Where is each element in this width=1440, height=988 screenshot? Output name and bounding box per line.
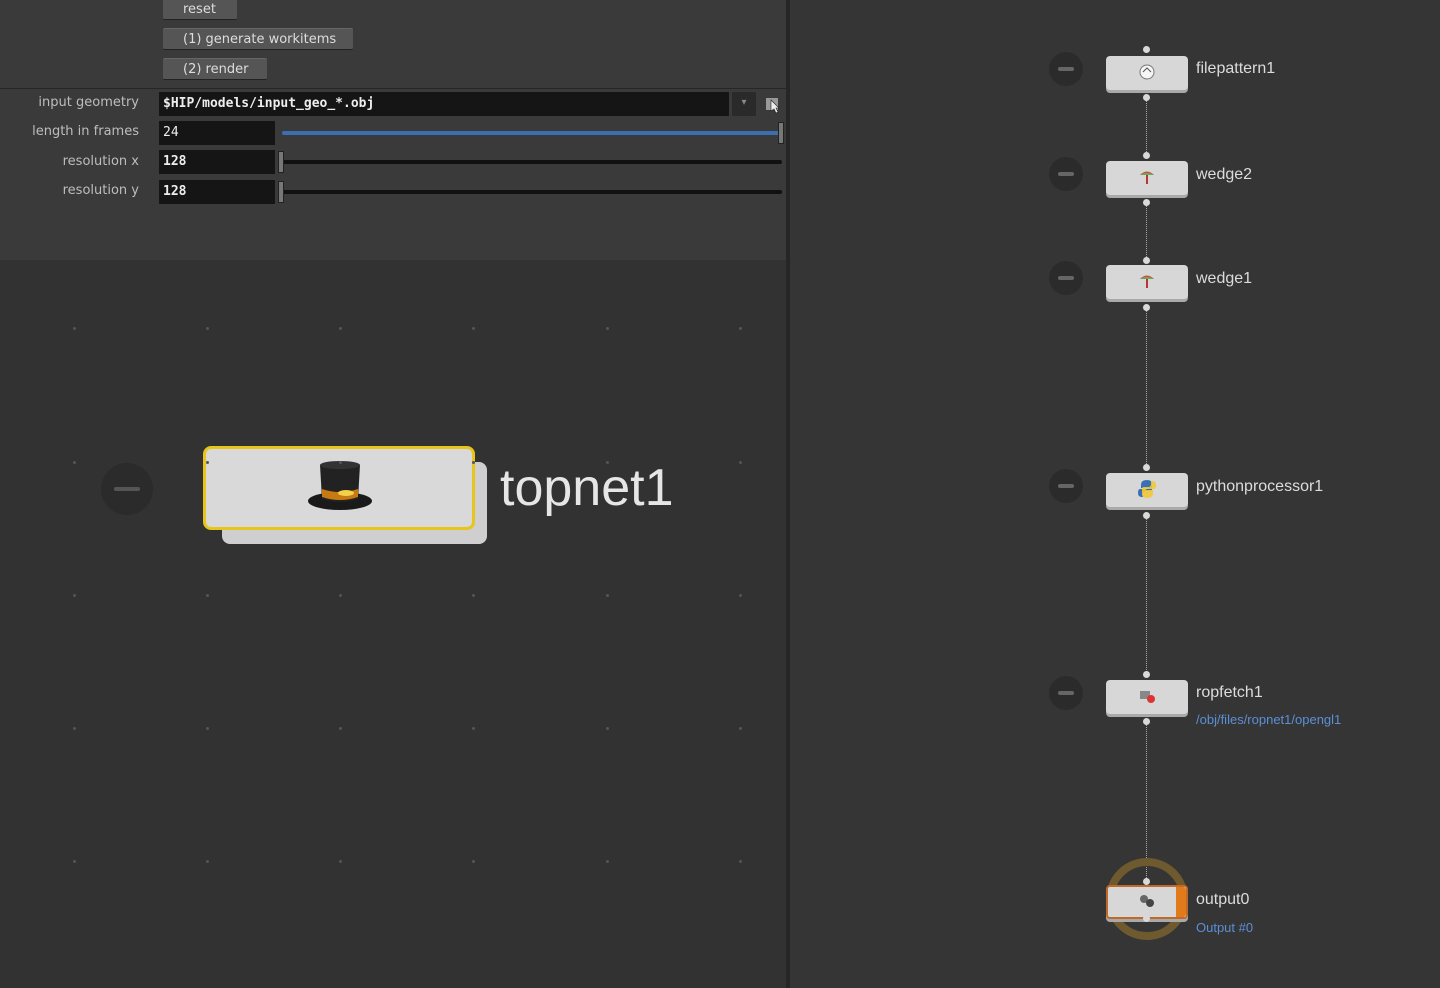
- reset-button[interactable]: reset: [163, 0, 237, 20]
- pythonprocessor1-node[interactable]: [1106, 473, 1188, 507]
- grid-dot: [339, 461, 342, 464]
- length-in-frames-slider-handle[interactable]: [778, 122, 784, 144]
- bypass-flag-button[interactable]: [101, 463, 153, 515]
- grid-dot: [739, 594, 742, 597]
- output-port[interactable]: [1143, 512, 1150, 519]
- grid-dot: [206, 461, 209, 464]
- ropfetch1-node[interactable]: [1106, 680, 1188, 714]
- resolution-x-slider[interactable]: [282, 160, 782, 164]
- grid-dot: [339, 727, 342, 730]
- input-port[interactable]: [1143, 152, 1150, 159]
- grid-dot: [73, 594, 76, 597]
- output-icon: [1136, 890, 1158, 912]
- topnet1-node-label: topnet1: [500, 459, 674, 517]
- wedge2-node[interactable]: [1106, 161, 1188, 195]
- grid-dot: [606, 327, 609, 330]
- resolution-y-slider-handle[interactable]: [278, 181, 284, 203]
- bypass-flag-button[interactable]: [1049, 157, 1083, 191]
- bypass-flag-button[interactable]: [1049, 261, 1083, 295]
- input-port[interactable]: [1143, 671, 1150, 678]
- output-port[interactable]: [1143, 718, 1150, 725]
- resolution-x-slider-handle[interactable]: [278, 151, 284, 173]
- output0-sub-label: Output #0: [1196, 920, 1254, 935]
- grid-dot: [339, 594, 342, 597]
- output-port[interactable]: [1143, 304, 1150, 311]
- grid-dot: [472, 594, 475, 597]
- python-icon: [1136, 478, 1158, 500]
- topnet1-node[interactable]: [203, 446, 475, 530]
- grid-dot: [206, 860, 209, 863]
- connection-wire: [1146, 516, 1148, 676]
- resolution-y-label: resolution y: [62, 183, 139, 198]
- grid-dot: [339, 327, 342, 330]
- bypass-flag-button[interactable]: [1049, 52, 1083, 86]
- grid-dot: [206, 327, 209, 330]
- input-geometry-label: input geometry: [38, 95, 139, 110]
- resolution-y-slider[interactable]: [282, 190, 782, 194]
- input-port[interactable]: [1143, 257, 1150, 264]
- wedge-icon: [1136, 166, 1158, 188]
- dropdown-chevron-icon[interactable]: ▾: [732, 92, 756, 116]
- file-browse-icon[interactable]: [764, 94, 782, 114]
- grid-dot: [606, 461, 609, 464]
- output-port[interactable]: [1143, 199, 1150, 206]
- network-editor-left[interactable]: [0, 260, 786, 988]
- wedge1-label: wedge1: [1196, 270, 1253, 287]
- grid-dot: [739, 860, 742, 863]
- input-port[interactable]: [1143, 46, 1150, 53]
- grid-dot: [472, 327, 475, 330]
- grid-dot: [606, 860, 609, 863]
- output-flag[interactable]: [1176, 887, 1186, 917]
- wedge1-node[interactable]: [1106, 265, 1188, 299]
- grid-dot: [73, 860, 76, 863]
- length-in-frames-field[interactable]: 24: [159, 121, 275, 145]
- grid-dot: [606, 727, 609, 730]
- ropfetch1-path-link[interactable]: /obj/files/ropnet1/opengl1: [1196, 712, 1341, 727]
- output-port[interactable]: [1143, 915, 1150, 922]
- input-port[interactable]: [1143, 464, 1150, 471]
- grid-dot: [73, 461, 76, 464]
- grid-dot: [739, 327, 742, 330]
- filepattern-icon: [1136, 61, 1158, 83]
- grid-dot: [472, 727, 475, 730]
- output-port[interactable]: [1143, 94, 1150, 101]
- resolution-y-field[interactable]: 128: [159, 180, 275, 204]
- length-in-frames-label: length in frames: [32, 124, 139, 139]
- grid-dot: [606, 594, 609, 597]
- filepattern1-label: filepattern1: [1196, 60, 1276, 77]
- generate-workitems-button[interactable]: (1) generate workitems: [163, 28, 353, 50]
- ropfetch-icon: [1136, 685, 1158, 707]
- grid-dot: [206, 727, 209, 730]
- length-in-frames-slider[interactable]: [282, 131, 782, 135]
- grid-dot: [472, 461, 475, 464]
- output0-label: output0: [1196, 891, 1250, 908]
- bypass-flag-button[interactable]: [1049, 469, 1083, 503]
- top-hat-icon: [306, 457, 376, 517]
- resolution-x-label: resolution x: [62, 154, 139, 169]
- ropfetch1-label: ropfetch1: [1196, 684, 1263, 701]
- connection-wire: [1146, 98, 1148, 158]
- render-button[interactable]: (2) render: [163, 58, 267, 80]
- connection-wire: [1146, 308, 1148, 468]
- grid-dot: [739, 461, 742, 464]
- input-geometry-field[interactable]: $HIP/models/input_geo_*.obj: [159, 92, 729, 116]
- grid-dot: [73, 327, 76, 330]
- connection-wire: [1146, 203, 1148, 261]
- wedge2-label: wedge2: [1196, 166, 1253, 183]
- bypass-flag-button[interactable]: [1049, 676, 1083, 710]
- grid-dot: [339, 860, 342, 863]
- grid-dot: [73, 727, 76, 730]
- wedge-icon: [1136, 270, 1158, 292]
- filepattern1-node[interactable]: [1106, 56, 1188, 90]
- resolution-x-field[interactable]: 128: [159, 150, 275, 174]
- output0-node[interactable]: [1106, 885, 1188, 919]
- parameter-pane: reset (1) generate workitems (2) render …: [0, 0, 786, 260]
- input-port[interactable]: [1143, 878, 1150, 885]
- divider: [0, 88, 786, 89]
- grid-dot: [739, 727, 742, 730]
- grid-dot: [206, 594, 209, 597]
- grid-dot: [472, 860, 475, 863]
- pythonprocessor1-label: pythonprocessor1: [1196, 478, 1324, 495]
